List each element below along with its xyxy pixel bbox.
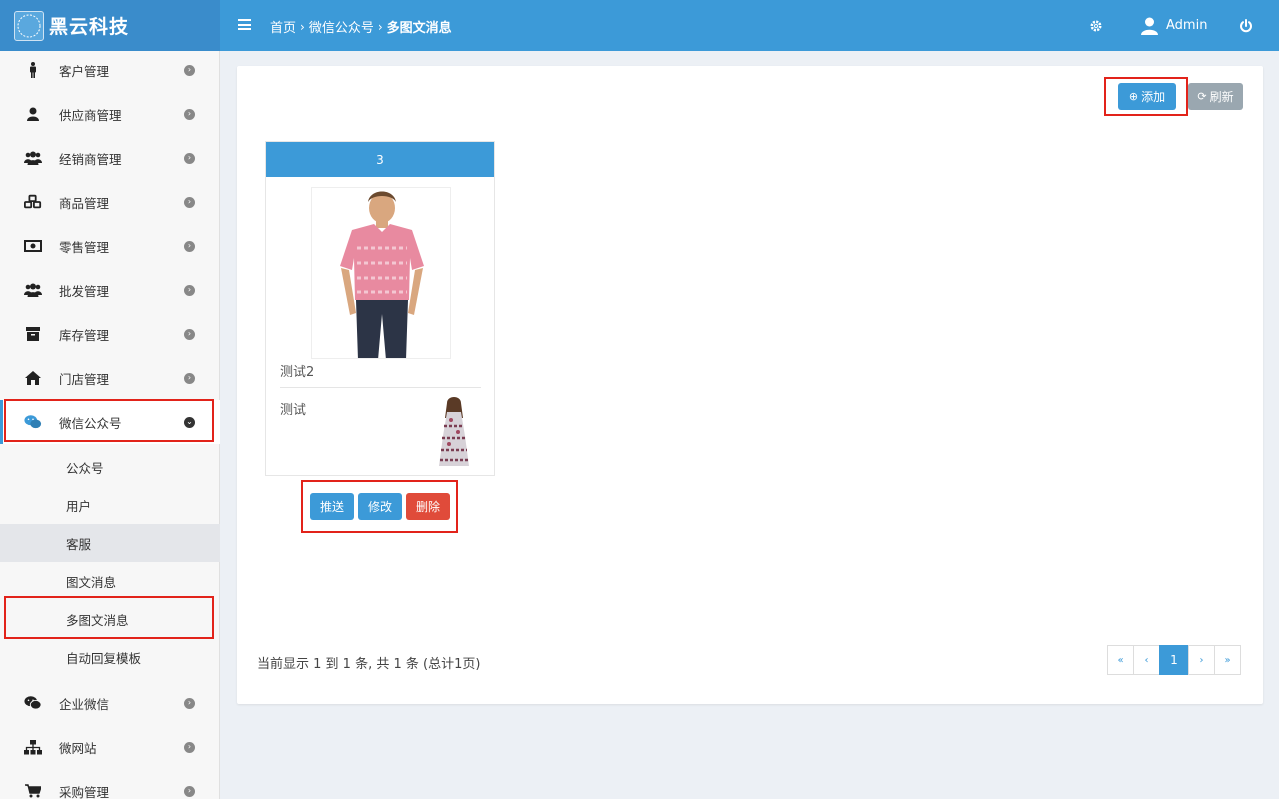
sidebar-item-label: 批发管理 bbox=[59, 283, 110, 299]
chevron-right-icon: › bbox=[184, 328, 195, 340]
refresh-icon: ⟳ bbox=[1197, 90, 1207, 103]
multi-news-card: 3 测试2 测试 bbox=[265, 141, 495, 476]
cart-icon bbox=[24, 783, 42, 799]
archive-icon bbox=[24, 326, 42, 342]
user-icon bbox=[24, 106, 42, 122]
breadcrumb: 首页 › 微信公众号 › 多图文消息 bbox=[270, 17, 452, 37]
chevron-right-icon: › bbox=[184, 372, 195, 384]
male-icon bbox=[24, 62, 42, 78]
sidebar-item-retail[interactable]: 零售管理 › bbox=[0, 224, 220, 268]
chevron-right-icon: › bbox=[184, 741, 195, 753]
chevron-down-icon: ⌄ bbox=[184, 416, 195, 428]
sidebar: 客户管理 › 供应商管理 › 经销商管理 › 商品管理 › 零售管理 › 批发管… bbox=[0, 51, 220, 799]
chevron-right-icon: › bbox=[184, 64, 195, 76]
users-icon bbox=[24, 150, 42, 166]
users-icon bbox=[24, 282, 42, 298]
sidebar-item-wechat-official[interactable]: 微信公众号 ⌄ bbox=[0, 400, 220, 444]
card-article-title: 测试2 bbox=[280, 365, 315, 380]
sidebar-item-label: 微信公众号 bbox=[59, 415, 122, 431]
delete-button[interactable]: 删除 bbox=[406, 493, 450, 520]
sidebar-item-label: 经销商管理 bbox=[59, 151, 122, 167]
chevron-right-icon: › bbox=[184, 284, 195, 296]
sidebar-item-label: 零售管理 bbox=[59, 239, 110, 255]
card-main-image bbox=[311, 187, 451, 359]
chevron-right-icon: › bbox=[184, 196, 195, 208]
user-menu[interactable]: Admin bbox=[1140, 16, 1207, 35]
sidebar-subitem-auto-reply-template[interactable]: 自动回复模板 bbox=[0, 638, 220, 676]
edit-button[interactable]: 修改 bbox=[358, 493, 402, 520]
chevron-right-icon: › bbox=[184, 785, 195, 797]
sidebar-item-label: 客户管理 bbox=[59, 63, 110, 79]
top-navbar: 黑云科技 首页 › 微信公众号 › 多图文消息 Admin bbox=[0, 0, 1279, 51]
sidebar-item-label: 采购管理 bbox=[59, 784, 110, 799]
sidebar-subitem-news[interactable]: 图文消息 bbox=[0, 562, 220, 600]
breadcrumb-separator: › bbox=[377, 19, 383, 34]
card-divider bbox=[280, 387, 481, 388]
sidebar-item-label: 门店管理 bbox=[59, 371, 110, 387]
sidebar-item-label: 库存管理 bbox=[59, 327, 110, 343]
pagination: « ‹ 1 › » bbox=[1107, 645, 1241, 675]
user-avatar-icon bbox=[1141, 17, 1158, 35]
content-panel: ⊕ 添加 ⟳ 刷新 3 测试2 测试 推送 修改 删除 当前显示 1 到 1 条… bbox=[237, 66, 1263, 704]
sidebar-item-label: 微网站 bbox=[59, 740, 97, 756]
push-button[interactable]: 推送 bbox=[310, 493, 354, 520]
sidebar-item-label: 企业微信 bbox=[59, 696, 110, 712]
sidebar-item-label: 供应商管理 bbox=[59, 107, 122, 123]
sidebar-item-wholesale[interactable]: 批发管理 › bbox=[0, 268, 220, 312]
breadcrumb-separator: › bbox=[300, 19, 305, 34]
user-name: Admin bbox=[1166, 18, 1208, 33]
page-next-button[interactable]: › bbox=[1188, 645, 1215, 675]
sidebar-item-label: 商品管理 bbox=[59, 195, 110, 211]
sidebar-item-microsite[interactable]: 微网站 › bbox=[0, 725, 220, 769]
wechat-icon bbox=[24, 695, 42, 711]
pagination-info: 当前显示 1 到 1 条, 共 1 条 (总计1页) bbox=[257, 657, 481, 672]
breadcrumb-home[interactable]: 首页 bbox=[270, 17, 296, 36]
cubes-icon bbox=[24, 194, 42, 210]
sidebar-subitem-official-account[interactable]: 公众号 bbox=[0, 448, 220, 486]
chevron-right-icon: › bbox=[184, 240, 195, 252]
sidebar-item-customers[interactable]: 客户管理 › bbox=[0, 48, 220, 92]
menu-toggle-icon[interactable] bbox=[238, 19, 251, 30]
sidebar-item-products[interactable]: 商品管理 › bbox=[0, 180, 220, 224]
card-sub-article-title: 测试 bbox=[280, 403, 307, 418]
breadcrumb-current: 多图文消息 bbox=[386, 21, 452, 36]
breadcrumb-wechat[interactable]: 微信公众号 bbox=[309, 17, 374, 36]
power-icon[interactable] bbox=[1239, 19, 1253, 33]
page-current-button[interactable]: 1 bbox=[1159, 645, 1189, 675]
sidebar-subitem-customer-service[interactable]: 客服 bbox=[0, 524, 220, 562]
sidebar-item-purchase[interactable]: 采购管理 › bbox=[0, 769, 220, 799]
page-last-button[interactable]: » bbox=[1214, 645, 1241, 675]
gear-icon[interactable] bbox=[1089, 19, 1103, 33]
sidebar-subitem-users[interactable]: 用户 bbox=[0, 486, 220, 524]
sidebar-item-stores[interactable]: 门店管理 › bbox=[0, 356, 220, 400]
brand[interactable]: 黑云科技 bbox=[0, 0, 220, 51]
refresh-button[interactable]: ⟳ 刷新 bbox=[1188, 83, 1243, 110]
money-icon bbox=[24, 238, 42, 254]
page-prev-button[interactable]: ‹ bbox=[1133, 645, 1160, 675]
plus-circle-icon: ⊕ bbox=[1128, 90, 1139, 103]
page-first-button[interactable]: « bbox=[1107, 645, 1134, 675]
brand-name: 黑云科技 bbox=[49, 16, 130, 38]
card-sub-article-thumbnail bbox=[434, 396, 474, 468]
sidebar-item-enterprise-wechat[interactable]: 企业微信 › bbox=[0, 681, 220, 725]
card-header: 3 bbox=[266, 142, 494, 177]
home-icon bbox=[24, 370, 42, 386]
brand-logo bbox=[14, 10, 44, 41]
sidebar-subitem-multi-news[interactable]: 多图文消息 bbox=[0, 600, 220, 638]
chevron-right-icon: › bbox=[184, 152, 195, 164]
chevron-right-icon: › bbox=[184, 697, 195, 709]
sidebar-item-dealers[interactable]: 经销商管理 › bbox=[0, 136, 220, 180]
sidebar-item-inventory[interactable]: 库存管理 › bbox=[0, 312, 220, 356]
chevron-right-icon: › bbox=[184, 108, 195, 120]
add-button[interactable]: ⊕ 添加 bbox=[1118, 83, 1176, 110]
wechat-icon bbox=[24, 414, 42, 430]
sitemap-icon bbox=[24, 739, 42, 755]
sidebar-item-suppliers[interactable]: 供应商管理 › bbox=[0, 92, 220, 136]
